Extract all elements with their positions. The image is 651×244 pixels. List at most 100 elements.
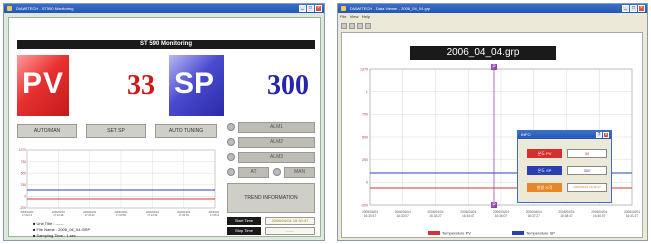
x-tick-label: 2006/04/04 16:37:27 bbox=[526, 210, 542, 218]
set-sp-button[interactable]: SET SP bbox=[86, 124, 146, 138]
pv-field-label: 온도 PV bbox=[527, 149, 562, 158]
dialog-help-button[interactable]: ? bbox=[596, 132, 602, 138]
man-indicator: MAN bbox=[273, 167, 315, 178]
x-tick-label: 2006/04/04 16:33:27 bbox=[428, 210, 444, 218]
x-tick-label: 2006/04/04 17:23:56 bbox=[115, 210, 129, 217]
menu-view[interactable]: View bbox=[350, 14, 359, 19]
info-dialog: INFO ? × 온도 PV 30 온도 SP 300 발생 시각 2006/0… bbox=[517, 130, 612, 203]
y-tick-label: 750 bbox=[21, 160, 27, 164]
y-tick-label: 750 bbox=[362, 113, 368, 117]
x-tick-label: 2006/04/04 16:36:07 bbox=[493, 210, 509, 218]
auto-tuning-button[interactable]: AUTO TUNING bbox=[155, 124, 217, 138]
start-time-value: 2006/04/04 16:30:47 bbox=[265, 217, 315, 225]
x-tick-label: 2006/04/04 17:25:04 bbox=[177, 210, 191, 217]
sampling-time-info: ■ Sampling Time : 1 sec bbox=[33, 233, 76, 238]
x-tick-label: 2006/04/04 16:38:47 bbox=[559, 210, 575, 218]
sp-value: 300 bbox=[267, 70, 309, 101]
maximize-button[interactable]: □ bbox=[307, 5, 314, 12]
pv-value: 33 bbox=[127, 70, 155, 101]
y-tick-label: 1370 bbox=[360, 67, 368, 71]
sp-field-label: 온도 SP bbox=[527, 166, 562, 175]
x-tick-label: 2006/04/04 17:24:30 bbox=[146, 210, 160, 217]
y-tick-label: -200 bbox=[20, 206, 27, 210]
man-led bbox=[273, 168, 281, 176]
sp-label: SP bbox=[174, 67, 215, 100]
automan-button[interactable]: AUTO/MAN bbox=[17, 124, 77, 138]
alarm-3-led bbox=[227, 153, 235, 161]
window-title: DIAWITECH - ST590 Monitoring bbox=[16, 6, 74, 11]
viewer-content: 2006_04_04.grp 1370 L 750 500 250 0 -200 2006/… bbox=[341, 32, 643, 238]
y-tick-label: 1370 bbox=[19, 148, 26, 152]
time-field-value: 2006/04/04 16:34:47 bbox=[567, 183, 607, 192]
x-tick-label: 2006/04/0417:25:38 bbox=[209, 210, 219, 217]
y-tick-label: L bbox=[366, 90, 368, 94]
x-tick-label: 2006/04/04 17:22:48 bbox=[52, 210, 66, 217]
print-icon[interactable] bbox=[357, 23, 363, 29]
pv-label-box: PV bbox=[17, 55, 69, 116]
pv-value-box: 33 bbox=[71, 55, 161, 116]
at-indicator: AT bbox=[227, 167, 269, 178]
trend-chart: 1370 750 500 250 0 -200 2006/04/04 17:22:14 200… bbox=[19, 148, 219, 217]
x-tick-label: 2006/04/04 17:23:22 bbox=[83, 210, 97, 217]
close-button[interactable]: × bbox=[315, 5, 322, 12]
viewer-close-button[interactable]: × bbox=[638, 5, 645, 12]
stop-time-value: ------ bbox=[265, 227, 315, 235]
alarm-2-led bbox=[227, 138, 235, 146]
alarm-1-indicator: ALM1 bbox=[227, 122, 315, 133]
start-time-label: Start Time bbox=[227, 217, 261, 225]
man-label: MAN bbox=[284, 167, 315, 178]
alarm-1-led bbox=[227, 123, 235, 131]
y-tick-label: -200 bbox=[361, 203, 368, 207]
alarm-2-indicator: ALM2 bbox=[227, 137, 315, 148]
at-label: AT bbox=[238, 167, 269, 178]
x-tick-label: 2006/04/04 16:32:07 bbox=[395, 210, 411, 218]
y-tick-label: 500 bbox=[21, 171, 27, 175]
monitoring-window: DIAWITECH - ST590 Monitoring _ □ × ST 59… bbox=[3, 3, 325, 241]
dialog-titlebar: INFO ? × bbox=[518, 131, 611, 139]
x-tick-label: 2006/04/04 16:30:47 bbox=[362, 210, 378, 218]
alarm-3-indicator: ALM3 bbox=[227, 152, 315, 163]
unit-title-info: ■ Unit Title : ------ bbox=[33, 221, 64, 226]
menu-bar: File View Help bbox=[338, 13, 647, 21]
y-tick-label: 250 bbox=[21, 183, 27, 187]
viewer-titlebar: DIAWITECH - Data Viewer - 2006_04_04.grp… bbox=[338, 4, 647, 13]
trend-information-button[interactable]: TREND INFORMATION bbox=[227, 183, 315, 213]
data-viewer-window: DIAWITECH - Data Viewer - 2006_04_04.grp… bbox=[337, 3, 648, 241]
y-tick-label: 250 bbox=[362, 158, 368, 162]
legend-sp-label: Temperature SP bbox=[526, 231, 555, 236]
stop-time-label: Stop Time bbox=[227, 227, 261, 235]
alarm-3-label: ALM3 bbox=[238, 152, 315, 163]
x-tick-label: 2006/04/04 16:34:47 bbox=[460, 210, 476, 218]
legend-pv-label: Temperature PV bbox=[442, 231, 471, 236]
menu-file[interactable]: File bbox=[340, 14, 346, 19]
sp-label-box: SP bbox=[169, 55, 224, 116]
monitoring-panel: ST 590 Monitoring PV 33 SP 300 AUTO/MAN … bbox=[8, 17, 321, 238]
save-icon[interactable] bbox=[349, 23, 355, 29]
open-icon[interactable] bbox=[341, 23, 347, 29]
toolbar bbox=[338, 21, 647, 31]
alarm-2-label: ALM2 bbox=[238, 137, 315, 148]
y-tick-label: 0 bbox=[24, 195, 26, 199]
time-field-label: 발생 시각 bbox=[527, 183, 562, 192]
viewer-minimize-button[interactable]: _ bbox=[622, 5, 629, 12]
viewer-window-title: DIAWITECH - Data Viewer - 2006_04_04.grp bbox=[350, 6, 431, 11]
dialog-close-button[interactable]: × bbox=[603, 132, 609, 138]
zoom-icon[interactable] bbox=[365, 23, 371, 29]
monitoring-content: ST 590 Monitoring PV 33 SP 300 AUTO/MAN … bbox=[4, 13, 324, 240]
alarm-1-label: ALM1 bbox=[238, 122, 315, 133]
dialog-title: INFO bbox=[521, 132, 531, 137]
monitoring-heading: ST 590 Monitoring bbox=[17, 40, 315, 49]
graph-title: 2006_04_04.grp bbox=[410, 46, 556, 60]
legend-sp-swatch bbox=[512, 231, 524, 235]
menu-help[interactable]: Help bbox=[362, 14, 370, 19]
x-tick-label: 2006/04/04 16:41:27 bbox=[624, 210, 640, 218]
viewer-maximize-button[interactable]: □ bbox=[630, 5, 637, 12]
app-icon bbox=[7, 6, 12, 11]
viewer-app-icon bbox=[341, 6, 346, 11]
x-tick-label: 2006/04/04 16:40:07 bbox=[591, 210, 607, 218]
file-name-info: ■ File Name : 2006_04_04.GRP bbox=[33, 227, 91, 232]
y-tick-label: 500 bbox=[362, 135, 368, 139]
x-tick-label: 2006/04/04 17:22:14 bbox=[21, 210, 35, 217]
y-tick-label: 0 bbox=[366, 181, 368, 185]
minimize-button[interactable]: _ bbox=[299, 5, 306, 12]
